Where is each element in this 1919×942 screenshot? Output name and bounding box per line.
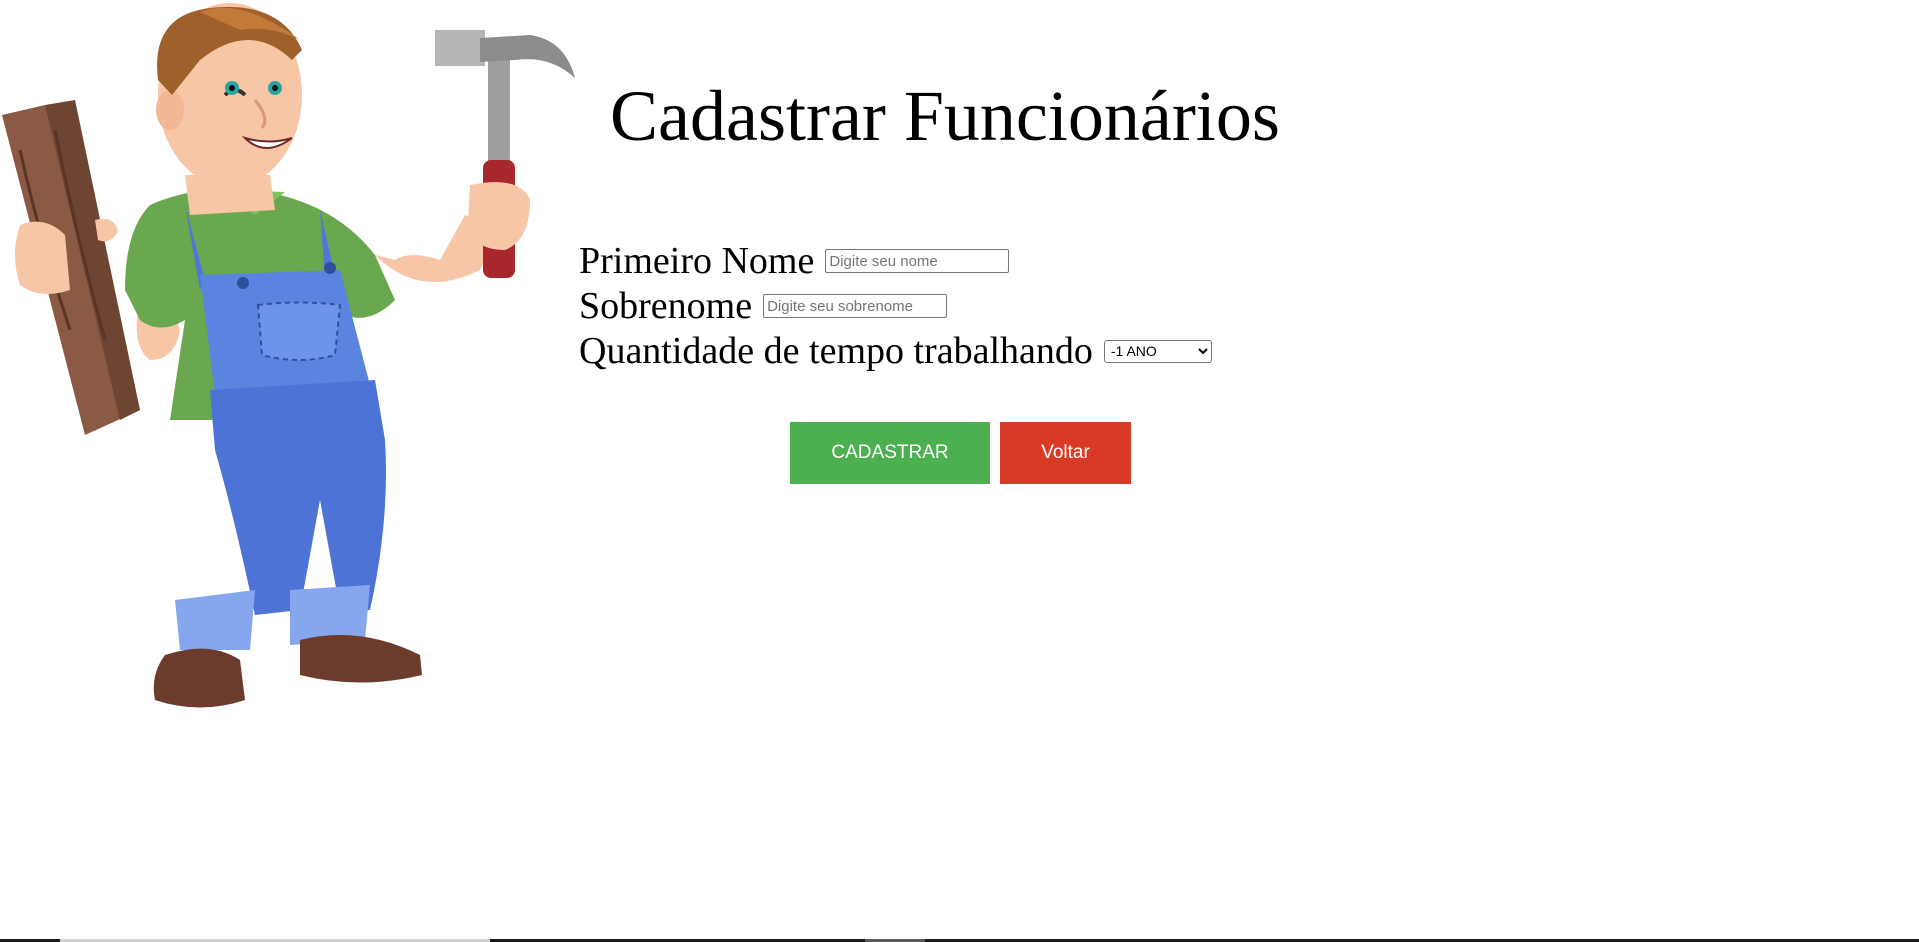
hammer-image (375, 30, 575, 282)
head-image (156, 3, 302, 215)
page-canvas: Cadastrar Funcionários Primeiro Nome Sob… (0, 0, 1919, 942)
first-name-row: Primeiro Nome (579, 239, 1010, 283)
last-name-input[interactable] (763, 294, 948, 318)
register-button[interactable]: CADASTRAR (790, 422, 990, 484)
work-time-row: Quantidade de tempo trabalhando -1 ANO (579, 329, 1212, 373)
page-title: Cadastrar Funcionários (610, 76, 1280, 156)
last-name-row: Sobrenome (579, 284, 948, 328)
work-time-label: Quantidade de tempo trabalhando (579, 330, 1093, 372)
worker-illustration (2, 3, 575, 708)
work-time-select[interactable]: -1 ANO (1103, 339, 1212, 363)
back-button[interactable]: Voltar (1000, 422, 1131, 484)
first-name-input[interactable] (825, 249, 1010, 273)
last-name-label: Sobrenome (579, 285, 753, 327)
first-name-label: Primeiro Nome (579, 240, 815, 282)
